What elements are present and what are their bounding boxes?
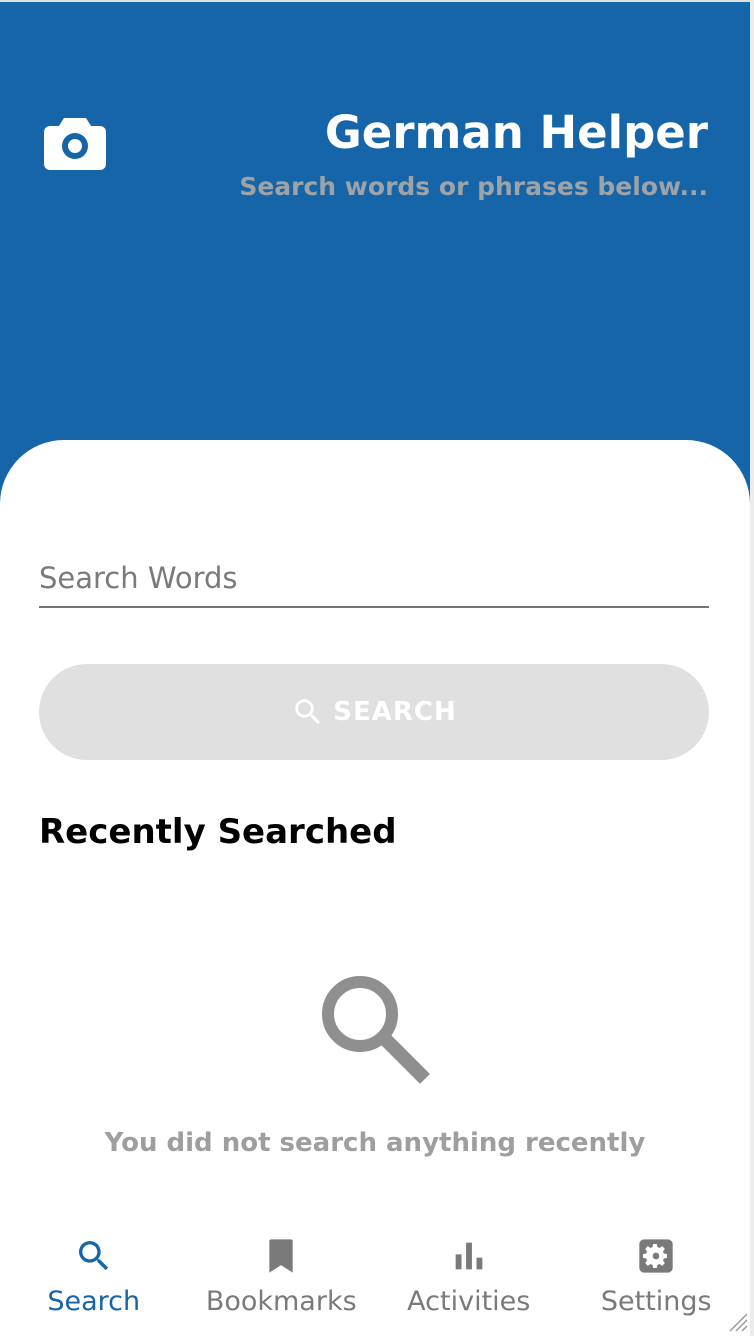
- nav-item-search[interactable]: Search: [0, 1228, 188, 1336]
- empty-state-message: You did not search anything recently: [104, 1128, 646, 1158]
- resize-grip-icon[interactable]: [726, 1310, 748, 1332]
- nav-item-bookmarks[interactable]: Bookmarks: [188, 1228, 376, 1336]
- search-icon: [295, 699, 321, 725]
- search-icon: [74, 1236, 114, 1276]
- recently-searched-heading: Recently Searched: [39, 812, 397, 852]
- search-button[interactable]: SEARCH: [39, 664, 709, 760]
- camera-icon[interactable]: [44, 114, 106, 170]
- bar-chart-icon: [449, 1236, 489, 1276]
- nav-item-settings[interactable]: Settings: [563, 1228, 751, 1336]
- nav-label-search: Search: [47, 1286, 141, 1317]
- window-edge: [750, 0, 754, 1336]
- gear-icon: [636, 1236, 676, 1276]
- search-icon: [316, 970, 432, 1086]
- bookmark-icon: [261, 1236, 301, 1276]
- nav-label-bookmarks: Bookmarks: [205, 1286, 357, 1317]
- app-subtitle: Search words or phrases below...: [239, 172, 708, 201]
- search-input[interactable]: [39, 550, 709, 608]
- search-button-label: SEARCH: [333, 697, 457, 727]
- app-title: German Helper: [324, 106, 708, 159]
- bottom-navigation: Search Bookmarks Activities Settings: [0, 1228, 750, 1336]
- nav-label-settings: Settings: [600, 1286, 712, 1317]
- nav-item-activities[interactable]: Activities: [375, 1228, 563, 1336]
- app-root: German Helper Search words or phrases be…: [0, 0, 754, 1336]
- nav-label-activities: Activities: [407, 1286, 531, 1317]
